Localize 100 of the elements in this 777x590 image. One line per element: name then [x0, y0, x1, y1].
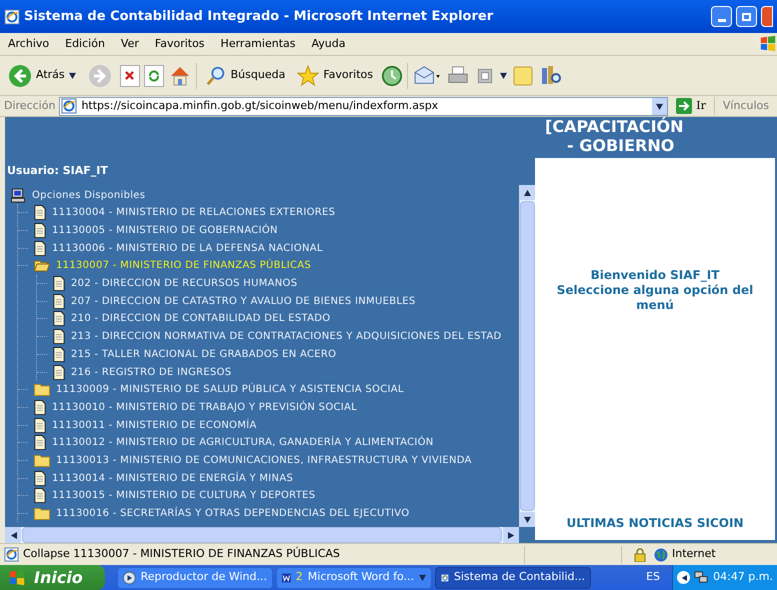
site-title: [CAPACITACIÓN: [545, 117, 685, 136]
arrow-icon: [676, 98, 692, 114]
lock-icon: [634, 548, 646, 562]
tree-item[interactable]: 213 - DIRECCION NORMATIVA DE CONTRATACIONES Y ADQUISICIONES DEL ESTAD: [71, 329, 502, 344]
document-icon: [53, 294, 65, 309]
network-icon[interactable]: [694, 570, 709, 585]
menu-item[interactable]: Ayuda: [311, 36, 346, 52]
dropdown-icon: [500, 72, 507, 79]
document-icon: [34, 488, 46, 504]
restore-button[interactable]: [736, 6, 757, 27]
menu-item[interactable]: Favoritos: [154, 36, 205, 52]
favorites-button[interactable]: Favoritos: [293, 60, 377, 92]
tree-item[interactable]: 207 - DIRECCION DE CATASTRO Y AVALUO DE BIENES INMUEBLES: [71, 294, 416, 309]
tree-item[interactable]: 11130016 - SECRETARÍAS Y OTRAS DEPENDENCIAS DEL EJECUTIVO: [56, 506, 410, 522]
dropdown-button[interactable]: [652, 98, 668, 114]
windows-logo-icon: [8, 568, 26, 586]
zone-label: Internet: [672, 546, 716, 562]
menu-item[interactable]: Herramientas: [220, 36, 296, 52]
down-arrow-icon: [524, 516, 531, 523]
expand-tray-button[interactable]: [677, 571, 690, 584]
tree-item[interactable]: 11130005 - MINISTERIO DE GOBERNACIÓN: [52, 223, 278, 238]
document-icon: [34, 435, 46, 450]
tree-item[interactable]: 216 - REGISTRO DE INGRESOS: [71, 364, 232, 380]
globe-icon: [654, 548, 668, 562]
page-icon: [61, 98, 78, 114]
tree-item[interactable]: 11130011 - MINISTERIO DE ECONOMÍA: [52, 418, 257, 433]
dropdown-icon: [419, 574, 426, 581]
dropdown-icon: [68, 72, 76, 79]
tree-item[interactable]: 215 - TALLER NACIONAL DE GRABADOS EN ACERO: [71, 346, 336, 362]
tree-item[interactable]: 202 - DIRECCION DE RECURSOS HUMANOS: [71, 276, 298, 292]
refresh-button[interactable]: [144, 64, 164, 86]
stop-icon: [125, 71, 134, 80]
taskbar-button[interactable]: Reproductor de Wind...: [117, 566, 273, 588]
tree-item[interactable]: 210 - DIRECCION DE CONTABILIDAD DEL ESTADO: [71, 311, 330, 326]
status-text: Collapse 11130007 - MINISTERIO DE FINANZAS PÚBLICAS: [23, 546, 341, 562]
document-icon: [34, 223, 46, 238]
document-icon: [53, 276, 65, 292]
word-icon: [282, 570, 291, 584]
dropdown-icon: [656, 102, 664, 110]
tree-item[interactable]: 11130004 - MINISTERIO DE RELACIONES EXTERIORES: [52, 205, 336, 220]
right-arrow-icon: [508, 532, 514, 538]
document-icon: [34, 418, 46, 433]
window-count: 2: [296, 569, 303, 586]
go-button[interactable]: Ir: [672, 98, 710, 114]
document-icon: [34, 240, 46, 256]
tree-item[interactable]: 11130013 - MINISTERIO DE COMUNICACIONES, INFRAESTRUCTURA Y VIVIENDA: [56, 452, 472, 468]
taskbar-button[interactable]: Sistema de Contabilid...: [435, 566, 591, 588]
mail-icon[interactable]: [412, 64, 442, 86]
play-icon: [123, 570, 136, 584]
search-icon: [204, 64, 227, 86]
scroll-left-button[interactable]: [5, 527, 21, 543]
windows-logo-icon: [759, 35, 777, 53]
start-button[interactable]: Inicio: [0, 565, 105, 590]
computer-icon: [10, 188, 26, 203]
clock: 04:47 p.m.: [713, 569, 773, 586]
site-title: - GOBIERNO: [566, 136, 676, 155]
tree-root[interactable]: Opciones Disponibles: [32, 188, 146, 203]
up-arrow-icon: [524, 189, 531, 196]
window-title: Sistema de Contabilidad Integrado - Microsoft Internet Explorer: [24, 8, 494, 26]
page-icon: [4, 547, 19, 562]
document-icon: [34, 400, 46, 415]
scroll-down-button[interactable]: [520, 512, 535, 527]
language-indicator[interactable]: ES: [634, 569, 672, 586]
document-icon: [34, 470, 46, 486]
tree-item[interactable]: 11130007 - MINISTERIO DE FINANZAS PÚBLICAS: [56, 258, 312, 274]
scroll-right-button[interactable]: [503, 527, 519, 543]
menu-item[interactable]: Ver: [120, 36, 139, 52]
search-button[interactable]: Búsqueda: [200, 60, 290, 92]
star-icon: [297, 64, 320, 86]
minimize-button[interactable]: [711, 6, 732, 27]
welcome-text: Seleccione alguna opción del menú: [556, 283, 754, 313]
taskbar-button[interactable]: 2 Microsoft Word fo...: [276, 566, 432, 588]
news-heading[interactable]: ULTIMAS NOTICIAS SICOIN: [566, 514, 744, 532]
browser-icon: [4, 8, 20, 24]
tree-item[interactable]: 11130014 - MINISTERIO DE ENERGÍA Y MINAS: [52, 470, 294, 486]
history-icon[interactable]: [381, 64, 403, 86]
document-icon: [53, 311, 65, 326]
tree-item[interactable]: 11130012 - MINISTERIO DE AGRICULTURA, GANADERÍA Y ALIMENTACIÓN: [52, 435, 434, 450]
links-label[interactable]: Vínculos: [718, 98, 773, 114]
menu-item[interactable]: Edición: [65, 36, 105, 52]
address-field[interactable]: https://sicoincapa.minfin.gob.gt/sicoinweb/menu/indexform.aspx: [59, 96, 668, 116]
scroll-up-button[interactable]: [520, 185, 535, 200]
stop-button[interactable]: [120, 64, 140, 86]
user-label: Usuario: SIAF_IT: [6, 163, 109, 179]
welcome-text: Bienvenido SIAF_IT: [590, 268, 720, 283]
back-button[interactable]: Atrás: [4, 60, 80, 92]
left-arrow-icon: [10, 532, 16, 538]
menu-item[interactable]: Archivo: [8, 36, 50, 52]
document-icon: [53, 364, 65, 380]
scroll-thumb[interactable]: [520, 201, 535, 511]
tree-item[interactable]: 11130006 - MINISTERIO DE LA DEFENSA NACIONAL: [52, 240, 323, 256]
tree-item[interactable]: 11130015 - MINISTERIO DE CULTURA Y DEPORTES: [52, 488, 316, 504]
close-button[interactable]: [761, 6, 773, 27]
tree-item[interactable]: 11130010 - MINISTERIO DE TRABAJO Y PREVISIÓN SOCIAL: [52, 400, 358, 415]
refresh-icon: [148, 70, 160, 82]
left-arrow-icon: [680, 574, 686, 580]
tree-item[interactable]: 11130009 - MINISTERIO DE SALUD PÚBLICA Y ASISTENCIA SOCIAL: [56, 382, 404, 398]
vertical-scrollbar[interactable]: [519, 185, 535, 527]
document-icon: [53, 346, 65, 362]
document-icon: [53, 329, 65, 344]
